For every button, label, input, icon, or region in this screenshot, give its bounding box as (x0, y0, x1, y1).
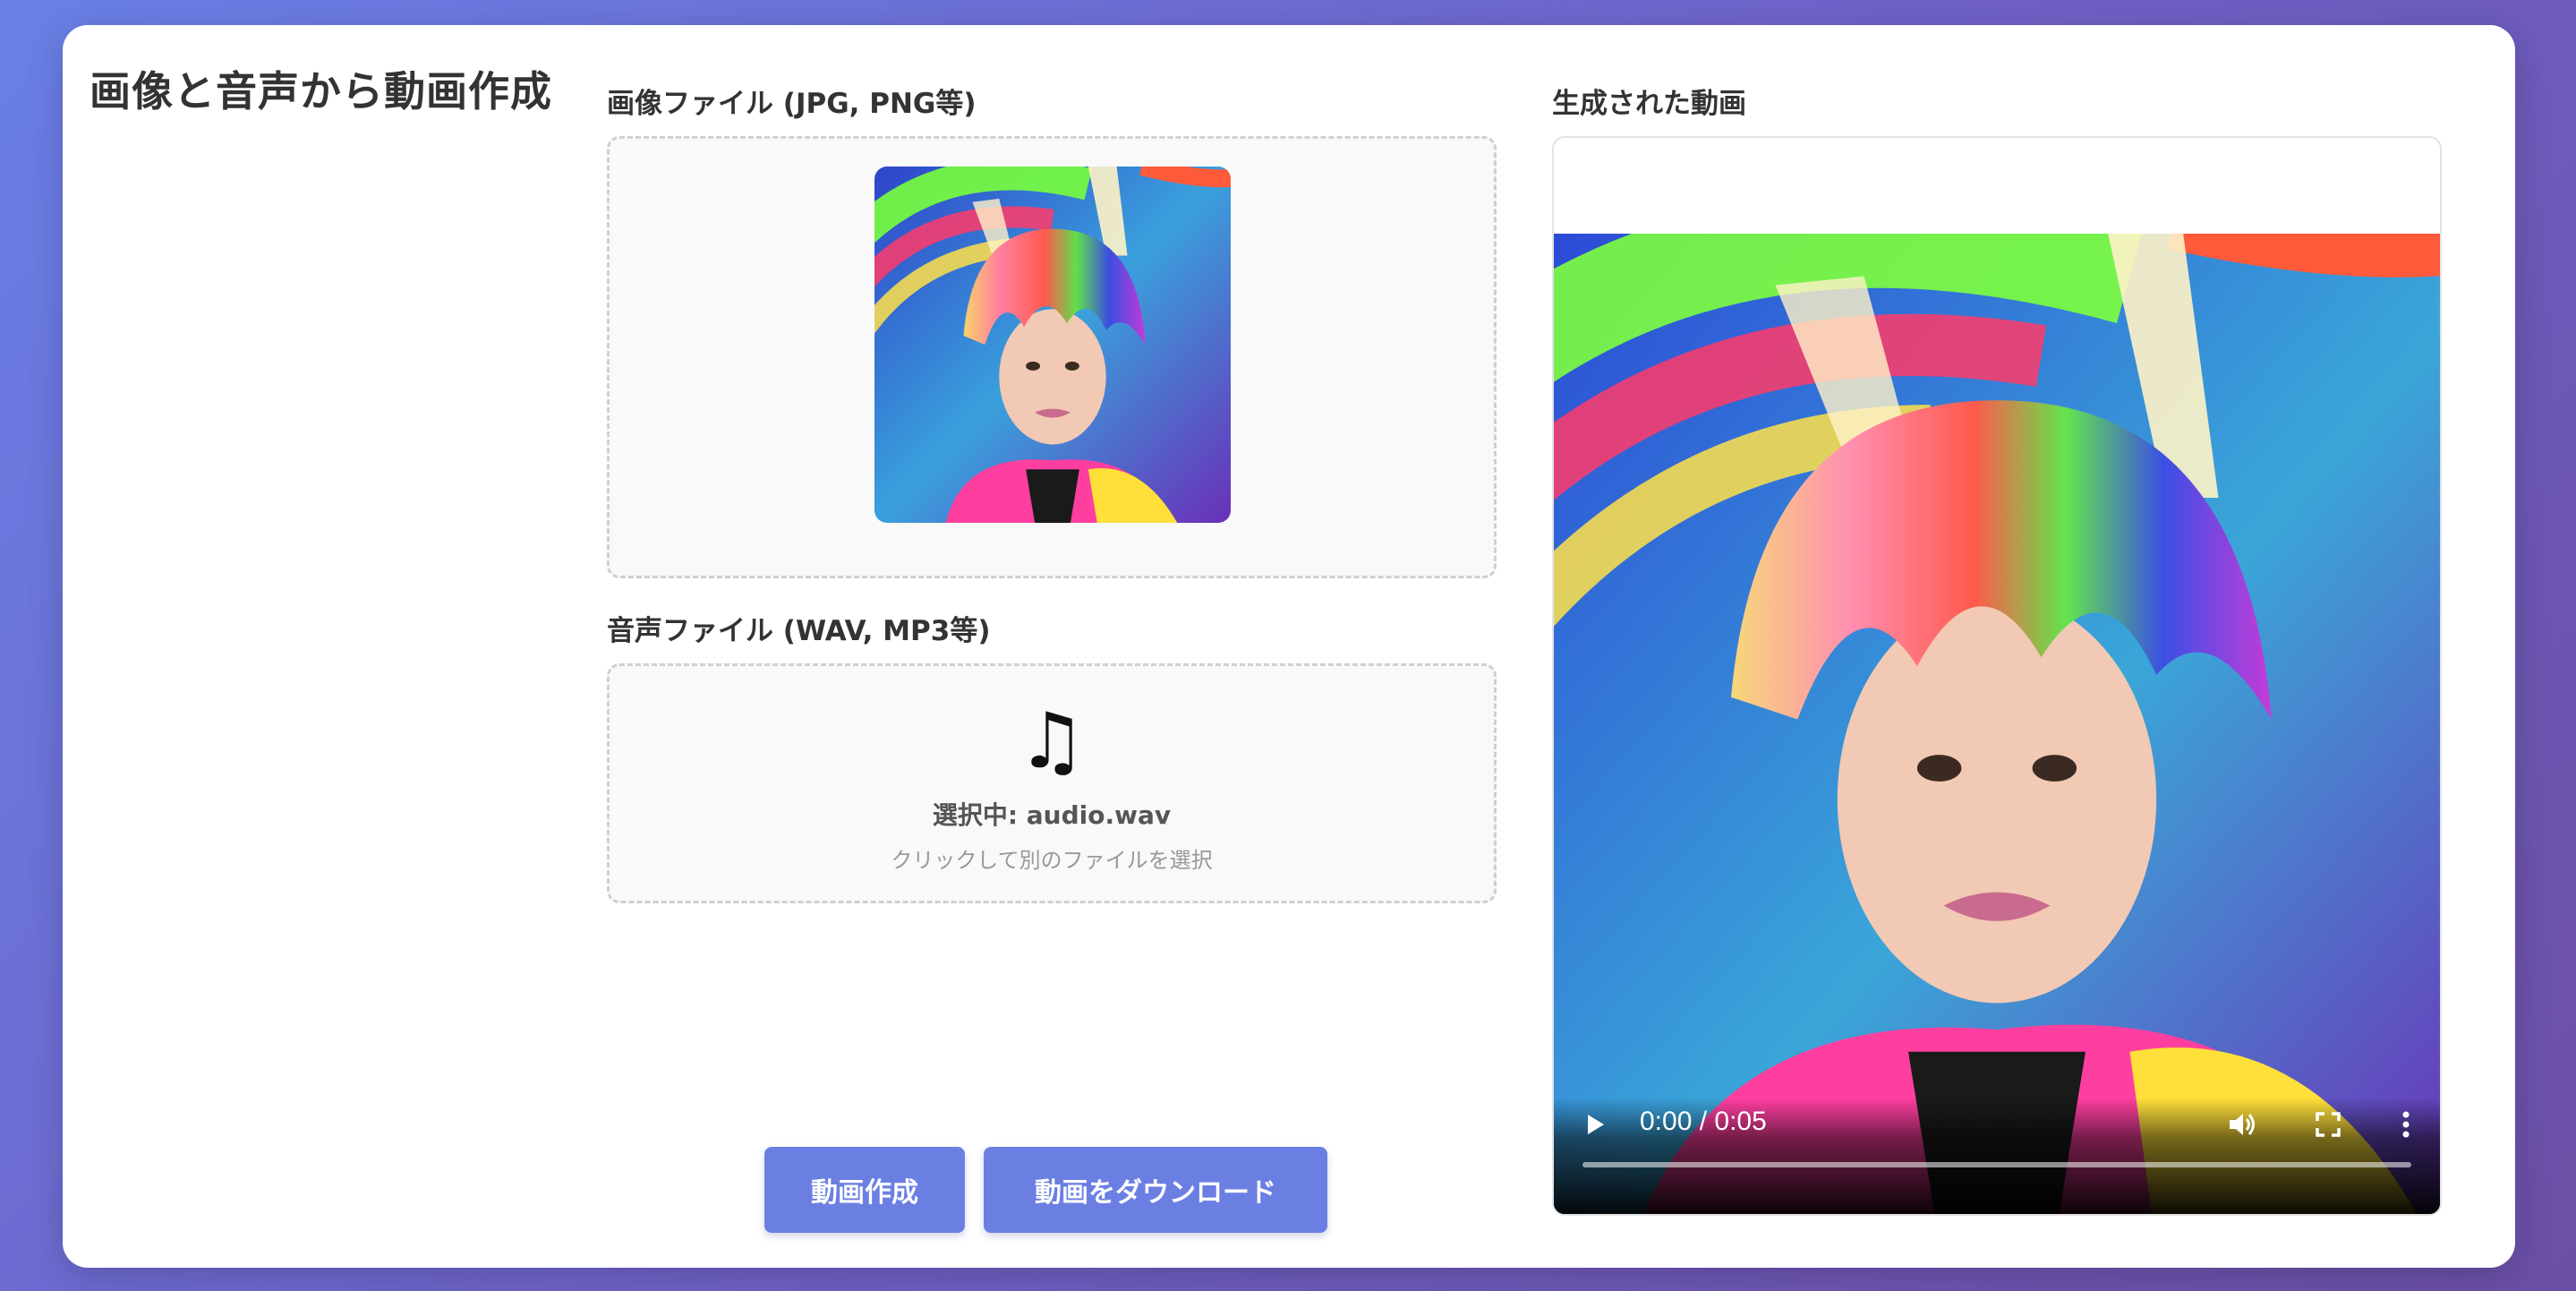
fullscreen-icon[interactable] (2315, 1111, 2341, 1138)
image-preview (874, 167, 1231, 523)
audio-input-label: 音声ファイル (WAV, MP3等) (607, 615, 991, 647)
output-label: 生成された動画 (1552, 88, 1746, 120)
image-dropzone[interactable] (607, 136, 1497, 578)
video-still (1554, 234, 2440, 1214)
page-title: 画像と音声から動画作成 (90, 67, 552, 115)
video-controls: 0:00 / 0:05 (1554, 1098, 2440, 1214)
change-file-hint: クリックして別のファイルを選択 (891, 848, 1213, 873)
more-options-icon[interactable] (2401, 1110, 2411, 1139)
download-video-button[interactable]: 動画をダウンロード (984, 1147, 1327, 1233)
image-input-label: 画像ファイル (JPG, PNG等) (607, 88, 977, 120)
play-icon[interactable] (1584, 1112, 1608, 1137)
portrait-art (874, 167, 1231, 523)
music-note-icon: ♫ (1017, 697, 1087, 786)
video-player[interactable]: 0:00 / 0:05 (1552, 136, 2442, 1216)
selected-file-text: 選択中: audio.wav (932, 800, 1172, 830)
volume-icon[interactable] (2227, 1110, 2259, 1139)
main-card: 画像と音声から動画作成 画像ファイル (JPG, PNG等) 音声ファイル (W… (63, 25, 2515, 1268)
audio-dropzone[interactable]: ♫ 選択中: audio.wav クリックして別のファイルを選択 (607, 663, 1497, 903)
create-video-button[interactable]: 動画作成 (764, 1147, 965, 1233)
video-frame[interactable]: 0:00 / 0:05 (1554, 234, 2440, 1214)
time-display: 0:00 / 0:05 (1640, 1107, 1767, 1136)
progress-bar[interactable] (1582, 1162, 2411, 1167)
